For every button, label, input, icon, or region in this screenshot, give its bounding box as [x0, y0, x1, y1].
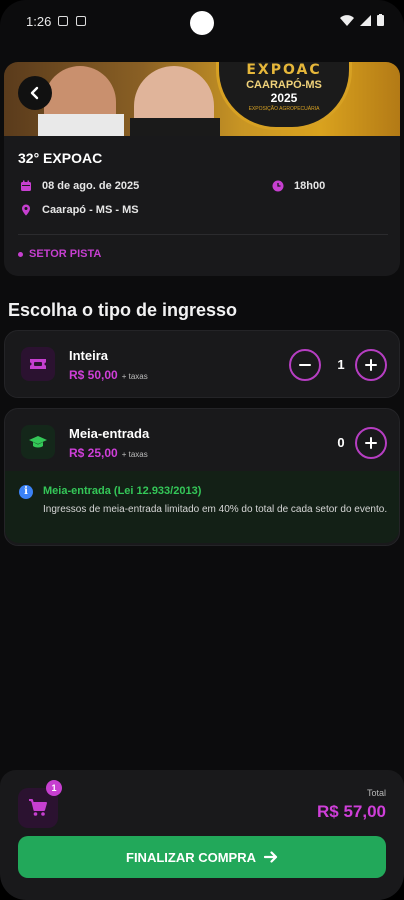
logo-year: 2025 [270, 91, 298, 105]
ticket-price: R$ 50,00 + taxas [69, 368, 148, 382]
status-time: 1:26 [26, 14, 52, 29]
artist-shirt-2 [130, 118, 220, 136]
increase-quantity-button[interactable] [355, 349, 387, 381]
checkout-footer: 1 Total R$ 57,00 FINALIZAR COMPRA [0, 770, 404, 900]
increase-quantity-button[interactable] [355, 427, 387, 459]
arrow-right-icon [264, 851, 278, 863]
event-time-text: 18h00 [294, 180, 326, 192]
event-date: 08 de ago. de 2025 [20, 180, 139, 192]
ticket-quantity: 0 [337, 435, 345, 450]
cart-icon [29, 799, 47, 816]
minus-icon [299, 364, 311, 366]
calendar-icon [21, 180, 31, 191]
ticket-icon [21, 347, 55, 381]
event-location: Caarapó - MS - MS [20, 204, 139, 216]
event-time: 18h00 [272, 180, 325, 192]
ticket-tax: + taxas [121, 372, 148, 381]
notification-icon-2 [76, 16, 86, 26]
ticket-card-inteira: Inteira R$ 50,00 + taxas 1 [4, 330, 400, 398]
wifi-icon [340, 14, 354, 26]
chevron-left-icon [30, 86, 39, 100]
graduation-cap-icon [21, 425, 55, 459]
divider [18, 234, 388, 235]
sector-label: SETOR PISTA [18, 248, 101, 260]
ticket-tax: + taxas [121, 450, 148, 459]
sector-dot-icon [18, 251, 23, 257]
signal-icon [360, 14, 371, 26]
notification-icon [58, 16, 68, 26]
logo-subtitle: EXPOSIÇÃO AGROPECUÁRIA [248, 106, 320, 112]
app-screen: 1:26 EXPOAC CAARAPÓ-MS 2025 EXPOSIÇÃO AG… [0, 0, 404, 900]
info-icon: i [19, 485, 33, 499]
checkout-label: FINALIZAR COMPRA [126, 849, 256, 865]
checkout-button[interactable]: FINALIZAR COMPRA [18, 836, 386, 878]
cart-count-badge: 1 [46, 780, 62, 796]
info-title: Meia-entrada (Lei 12.933/2013) [43, 485, 202, 497]
expo-logo: EXPOAC CAARAPÓ-MS 2025 EXPOSIÇÃO AGROPEC… [216, 62, 352, 130]
total-value: R$ 57,00 [317, 802, 386, 821]
battery-icon [377, 14, 384, 26]
event-date-text: 08 de ago. de 2025 [42, 180, 140, 192]
event-banner: EXPOAC CAARAPÓ-MS 2025 EXPOSIÇÃO AGROPEC… [4, 62, 400, 136]
info-box: i Meia-entrada (Lei 12.933/2013) Ingress… [5, 471, 399, 543]
back-button[interactable] [18, 76, 52, 110]
event-details-card: 32° EXPOAC 08 de ago. de 2025 18h00 Caar… [4, 136, 400, 276]
ticket-name: Meia-entrada [69, 426, 150, 441]
front-camera [190, 11, 214, 35]
ticket-price-value: R$ 50,00 [69, 368, 118, 382]
logo-city: CAARAPÓ-MS [246, 79, 322, 91]
plus-icon [365, 359, 377, 371]
plus-icon [365, 437, 377, 449]
logo-text: EXPOAC [246, 62, 322, 78]
ticket-card-meia-entrada: Meia-entrada R$ 25,00 + taxas 0 i Meia-en… [4, 408, 400, 546]
sector-text: SETOR PISTA [29, 248, 102, 260]
decrease-quantity-button[interactable] [289, 349, 321, 381]
ticket-quantity: 1 [337, 357, 345, 372]
location-pin-icon [22, 204, 30, 216]
total-label: Total [366, 788, 386, 798]
status-icons [340, 14, 384, 26]
event-location-text: Caarapó - MS - MS [42, 204, 139, 216]
ticket-price: R$ 25,00 + taxas [69, 446, 148, 460]
status-bar: 1:26 [0, 0, 404, 40]
ticket-price-value: R$ 25,00 [69, 446, 118, 460]
ticket-name: Inteira [69, 348, 109, 363]
event-title: 32° EXPOAC [18, 150, 103, 166]
info-text: Ingressos de meia-entrada limitado em 40… [43, 504, 388, 515]
section-title: Escolha o tipo de ingresso [8, 300, 238, 320]
clock-icon [272, 180, 284, 192]
artist-shirt-1 [38, 114, 124, 136]
